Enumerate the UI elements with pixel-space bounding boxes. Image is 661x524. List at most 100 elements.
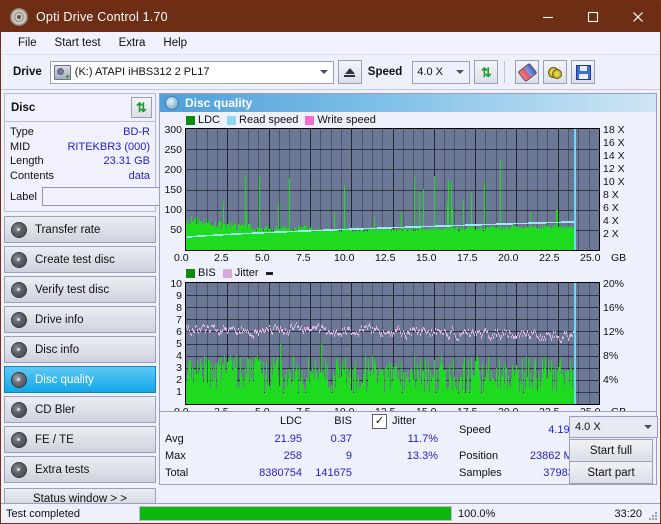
sidebar-item-fe-te[interactable]: FE / TE: [4, 426, 156, 453]
disc-panel-title: Disc: [11, 101, 36, 114]
chevron-down-icon: [319, 70, 328, 74]
sidebar-item-transfer-rate[interactable]: Transfer rate: [4, 216, 156, 243]
checkbox-check-icon: ✓: [374, 415, 385, 427]
disc-icon: [11, 401, 27, 418]
disc-value-length: 23.31 GB: [103, 155, 150, 167]
main-panel: Disc quality LDC Read speed Write speed …: [159, 93, 658, 485]
speed-tool-button[interactable]: [543, 60, 568, 84]
disc-key-length: Length: [10, 155, 44, 167]
page-title: Disc quality: [185, 96, 253, 110]
refresh-button[interactable]: ⇅: [474, 60, 499, 84]
stats-row-max-label: Max: [165, 450, 186, 462]
sidebar-item-cd-bler[interactable]: CD Bler: [4, 396, 156, 423]
disc-icon: [11, 341, 27, 358]
chart-ldc-plot[interactable]: [185, 128, 600, 251]
start-part-button[interactable]: Start part: [569, 461, 653, 484]
chart1-xtick-2: 5.0: [255, 252, 270, 264]
speed-select[interactable]: 4.0 X: [412, 60, 471, 84]
title-bar: Opti Drive Control 1.70: [1, 1, 660, 32]
sidebar-item-verify-test-disc[interactable]: Verify test disc: [4, 276, 156, 303]
disc-icon: [11, 281, 27, 298]
legend-swatch-read-speed: [227, 115, 237, 125]
chart1-xtick-6: 15.0: [416, 252, 437, 264]
chart2-y2tick-20pct: 20%: [603, 278, 625, 290]
chart-bis-plot[interactable]: [185, 282, 600, 405]
chart1-y2tick-16x: 16 X: [603, 137, 625, 149]
disc-icon: [11, 461, 27, 478]
stats-col-bis: BIS: [334, 415, 352, 427]
legend-swatch-marker: [265, 271, 273, 275]
menu-bar: File Start test Extra Help: [1, 32, 660, 55]
chart1-xtick-7: 17.5: [457, 252, 478, 264]
disc-key-type: Type: [10, 126, 34, 138]
stats-col-jitter: Jitter: [392, 415, 416, 427]
chevron-down-icon: [644, 425, 652, 429]
main-body: Disc ⇅ Type BD-R MID RITEKBR3 (000) Leng…: [1, 90, 660, 510]
disc-label-row: Label: [10, 186, 245, 207]
menu-item-start-test[interactable]: Start test: [46, 35, 110, 51]
chart1-ytick-150: 150: [164, 184, 182, 196]
sidebar-item-disc-info[interactable]: Disc info: [4, 336, 156, 363]
test-speed-select[interactable]: 4.0 X: [569, 416, 658, 438]
resize-grip[interactable]: [647, 510, 657, 520]
progress-bar: [139, 506, 452, 521]
sidebar-item-label: Extra tests: [35, 463, 90, 476]
chart2-y2tick-8pct: 8%: [603, 350, 619, 362]
application-window: Opti Drive Control 1.70 File Start test …: [0, 0, 661, 524]
disc-refresh-button[interactable]: ⇅: [131, 97, 152, 118]
maximize-icon[interactable]: [570, 1, 615, 32]
save-button[interactable]: [571, 60, 596, 84]
eject-button[interactable]: [337, 60, 362, 84]
elapsed-time: 33:20: [614, 507, 642, 520]
refresh-disc-icon: ⇅: [136, 100, 147, 115]
erase-button[interactable]: [515, 60, 540, 84]
chart1-xtick-5: 12.5: [375, 252, 396, 264]
sidebar-item-label: Disc info: [35, 343, 80, 356]
chart1-legend: LDC Read speed Write speed: [186, 114, 380, 126]
start-full-button[interactable]: Start full: [569, 439, 653, 462]
disc-icon: [11, 251, 27, 268]
chart2-ytick-6: 6: [176, 326, 182, 338]
menu-item-extra[interactable]: Extra: [110, 35, 155, 51]
chart1-y2tick-10x: 10 X: [603, 176, 625, 188]
sidebar-item-drive-info[interactable]: Drive info: [4, 306, 156, 333]
chart2-ytick-1: 1: [176, 386, 182, 398]
menu-item-help[interactable]: Help: [154, 35, 196, 51]
chart2-y2tick-4pct: 4%: [603, 374, 619, 386]
disc-label-key: Label: [10, 190, 37, 203]
chart1-xtick-10: 25.0: [580, 252, 601, 264]
disc-key-mid: MID: [10, 140, 31, 153]
legend-swatch-bis: [186, 268, 195, 278]
menu-item-file[interactable]: File: [9, 35, 46, 51]
sidebar-item-create-test-disc[interactable]: Create test disc: [4, 246, 156, 273]
chart2-legend: BIS Jitter: [186, 267, 273, 279]
sidebar-item-label: Disc quality: [35, 373, 94, 386]
chart1-xaxis-unit: GB: [611, 252, 627, 264]
sidebar-item-disc-quality[interactable]: Disc quality: [4, 366, 156, 393]
stats-avg-bis: 0.37: [330, 433, 352, 445]
status-message: Test completed: [6, 507, 80, 520]
disc-key-contents: Contents: [10, 169, 55, 182]
minimize-icon[interactable]: [525, 1, 570, 32]
sidebar-item-extra-tests[interactable]: Extra tests: [4, 456, 156, 483]
disc-properties: Type BD-R MID RITEKBR3 (000) Length 23.3…: [5, 122, 245, 211]
chart1-ytick-250: 250: [164, 144, 182, 156]
position-stat-label: Position: [459, 450, 499, 462]
speed-stat-label: Speed: [459, 424, 491, 436]
jitter-checkbox[interactable]: ✓: [372, 414, 387, 429]
window-controls: [525, 1, 660, 32]
speed-select-value: 4.0 X: [417, 66, 443, 78]
chart1-ytick-100: 100: [164, 204, 182, 216]
chart1-y2tick-12x: 12 X: [603, 163, 625, 175]
chart2-ytick-3: 3: [176, 362, 182, 374]
stats-row-total-label: Total: [165, 467, 189, 479]
chevron-down-icon: [456, 70, 465, 74]
stats-max-bis: 9: [345, 450, 352, 462]
drive-select-value: (K:) ATAPI iHBS312 2 PL17: [74, 66, 210, 78]
chart1-y2tick-6x: 6 X: [603, 202, 619, 214]
drive-label: Drive: [13, 66, 42, 78]
drive-select[interactable]: (K:) ATAPI iHBS312 2 PL17: [49, 60, 334, 84]
legend-label-read-speed: Read speed: [239, 114, 299, 126]
chart1-xtick-9: 22.5: [539, 252, 560, 264]
close-icon[interactable]: [615, 1, 660, 32]
